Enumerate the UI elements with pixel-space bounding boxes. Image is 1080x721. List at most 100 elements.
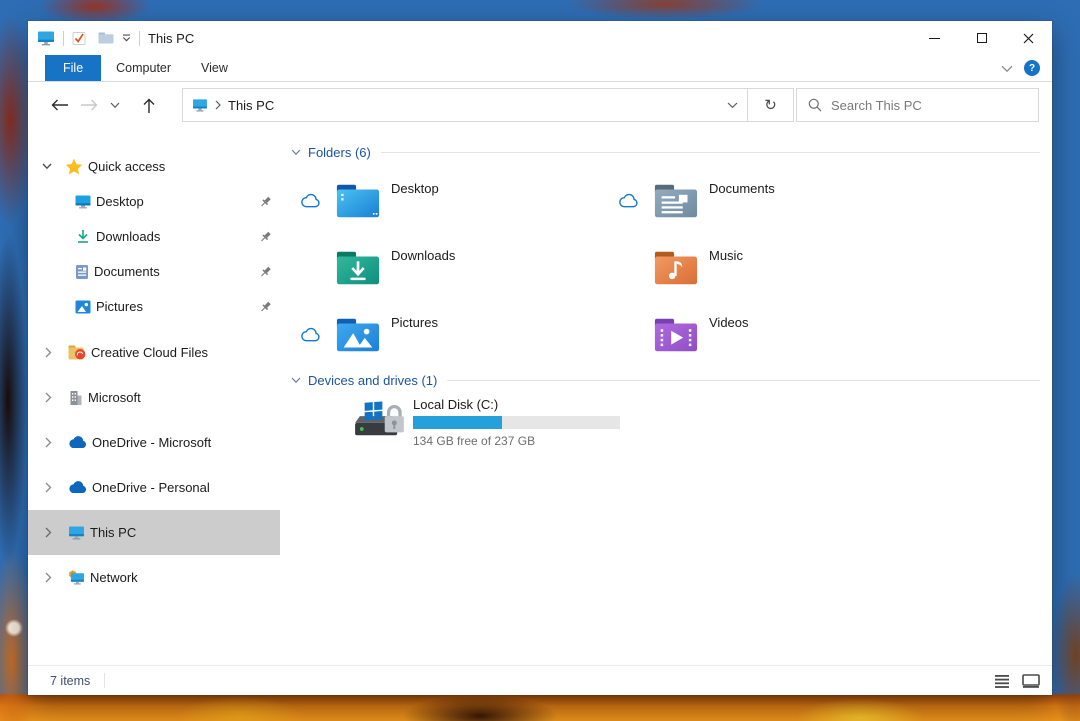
chevron-right-icon[interactable] xyxy=(45,392,55,403)
sidebar-item-microsoft[interactable]: Microsoft xyxy=(28,375,280,420)
quick-access-toolbar: This PC xyxy=(28,30,195,46)
maximize-button[interactable] xyxy=(958,21,1005,55)
ribbon-collapse-icon[interactable] xyxy=(1001,61,1013,76)
details-view-button[interactable] xyxy=(991,671,1013,691)
sidebar-item-label: Pictures xyxy=(96,299,143,314)
picture-icon xyxy=(75,300,91,314)
minimize-button[interactable] xyxy=(911,21,958,55)
status-bar: 7 items xyxy=(28,665,1052,695)
sidebar-item-pictures[interactable]: Pictures xyxy=(28,289,280,324)
file-list-pane: Folders (6) Desktop Documents Downloads … xyxy=(280,128,1052,665)
chevron-right-icon[interactable] xyxy=(45,347,55,358)
sidebar-item-quick-access[interactable]: Quick access xyxy=(28,149,280,184)
close-icon xyxy=(1023,33,1034,43)
sidebar-item-label: Creative Cloud Files xyxy=(91,345,209,360)
tile-label: Videos xyxy=(709,315,749,330)
sidebar-item-network[interactable]: Network xyxy=(28,555,280,600)
tab-computer[interactable]: Computer xyxy=(101,55,186,81)
cloud-status-icon xyxy=(300,193,322,209)
search-input[interactable] xyxy=(831,97,1011,113)
statusbar-separator xyxy=(104,673,106,688)
monitor-icon xyxy=(68,525,85,540)
chevron-right-icon[interactable] xyxy=(45,527,55,538)
chevron-down-icon[interactable] xyxy=(291,377,301,384)
tab-view[interactable]: View xyxy=(186,55,243,81)
up-button[interactable] xyxy=(134,90,164,120)
sidebar-item-creative-cloud-files[interactable]: Creative Cloud Files xyxy=(28,330,280,375)
tile-label: Pictures xyxy=(391,315,438,330)
back-arrow-icon xyxy=(51,99,68,111)
chevron-right-icon[interactable] xyxy=(45,437,55,448)
navigation-pane: Quick access Desktop Downloads Documents… xyxy=(28,128,280,665)
item-count: 7 items xyxy=(50,673,91,688)
tile-label: Downloads xyxy=(391,248,456,263)
address-dropdown-button[interactable] xyxy=(717,102,747,109)
folders-group-header: Folders (6) xyxy=(290,142,1042,162)
close-button[interactable] xyxy=(1005,21,1052,55)
search-box[interactable] xyxy=(796,88,1039,122)
tab-file[interactable]: File xyxy=(45,55,102,81)
folders-grid: Desktop Documents Downloads Music Pictur… xyxy=(290,167,1042,368)
onedrive-icon xyxy=(68,481,87,494)
window-title: This PC xyxy=(148,30,195,46)
group-title: Folders (6) xyxy=(308,144,371,160)
pin-icon[interactable] xyxy=(259,265,272,278)
videos-folder-icon xyxy=(653,315,699,355)
details-view-icon xyxy=(995,674,1009,688)
group-title: Devices and drives (1) xyxy=(308,372,438,388)
sidebar-item-onedrive-personal[interactable]: OneDrive - Personal xyxy=(28,465,280,510)
back-button[interactable] xyxy=(44,90,74,120)
folder-tile-documents[interactable]: Documents xyxy=(608,167,1042,234)
network-icon xyxy=(68,570,85,585)
drive-tile-local-disk-c[interactable]: Local Disk (C:) 134 GB free of 237 GB xyxy=(350,397,1042,448)
sidebar-item-label: OneDrive - Personal xyxy=(92,480,210,495)
refresh-button[interactable]: ↻ xyxy=(748,96,793,114)
this-pc-monitor-icon xyxy=(192,98,208,112)
devices-group-header: Devices and drives (1) xyxy=(290,370,1042,390)
sidebar-item-label: Quick access xyxy=(88,159,166,174)
pictures-folder-icon xyxy=(335,315,381,355)
sidebar-item-label: Desktop xyxy=(96,194,144,209)
help-button[interactable]: ? xyxy=(1024,60,1040,76)
title-bar: This PC xyxy=(28,21,1052,55)
properties-check-icon[interactable] xyxy=(72,31,87,46)
pin-icon[interactable] xyxy=(259,195,272,208)
folder-tile-desktop[interactable]: Desktop xyxy=(290,167,608,234)
downloads-folder-icon xyxy=(335,248,381,288)
local-disk-bitlocker-icon xyxy=(350,397,408,448)
pin-icon[interactable] xyxy=(259,230,272,243)
search-icon xyxy=(808,98,822,112)
desktop-icon xyxy=(75,195,91,209)
folder-tile-pictures[interactable]: Pictures xyxy=(290,301,608,368)
downloads-icon xyxy=(75,229,91,244)
sidebar-item-this-pc[interactable]: This PC xyxy=(28,510,280,555)
chevron-down-icon[interactable] xyxy=(291,149,301,156)
recent-locations-button[interactable] xyxy=(104,90,126,120)
folder-tile-music[interactable]: Music xyxy=(608,234,1042,301)
breadcrumb-location[interactable]: This PC xyxy=(228,98,274,113)
sidebar-item-downloads[interactable]: Downloads xyxy=(28,219,280,254)
pin-icon[interactable] xyxy=(259,300,272,313)
this-pc-app-icon xyxy=(37,31,55,46)
sidebar-item-onedrive-microsoft[interactable]: OneDrive - Microsoft xyxy=(28,420,280,465)
tile-label: Documents xyxy=(709,181,775,196)
new-folder-icon[interactable] xyxy=(98,32,114,44)
address-bar[interactable]: This PC ↻ xyxy=(182,88,794,122)
chevron-right-icon[interactable] xyxy=(45,572,55,583)
folder-tile-downloads[interactable]: Downloads xyxy=(290,234,608,301)
chevron-right-icon[interactable] xyxy=(45,482,55,493)
qat-dropdown-icon[interactable] xyxy=(122,34,131,42)
sidebar-item-documents[interactable]: Documents xyxy=(28,254,280,289)
breadcrumb-chevron-icon[interactable] xyxy=(215,100,221,110)
chevron-down-icon[interactable] xyxy=(42,163,52,170)
group-header-rule xyxy=(380,151,1040,153)
window-controls xyxy=(911,21,1052,55)
sidebar-item-label: Downloads xyxy=(96,229,161,244)
star-icon xyxy=(65,158,83,175)
forward-button[interactable] xyxy=(74,90,104,120)
maximize-icon xyxy=(976,33,987,43)
folder-tile-videos[interactable]: Videos xyxy=(608,301,1042,368)
sidebar-item-desktop[interactable]: Desktop xyxy=(28,184,280,219)
titlebar-separator xyxy=(139,30,140,46)
large-icons-view-button[interactable] xyxy=(1020,671,1042,691)
